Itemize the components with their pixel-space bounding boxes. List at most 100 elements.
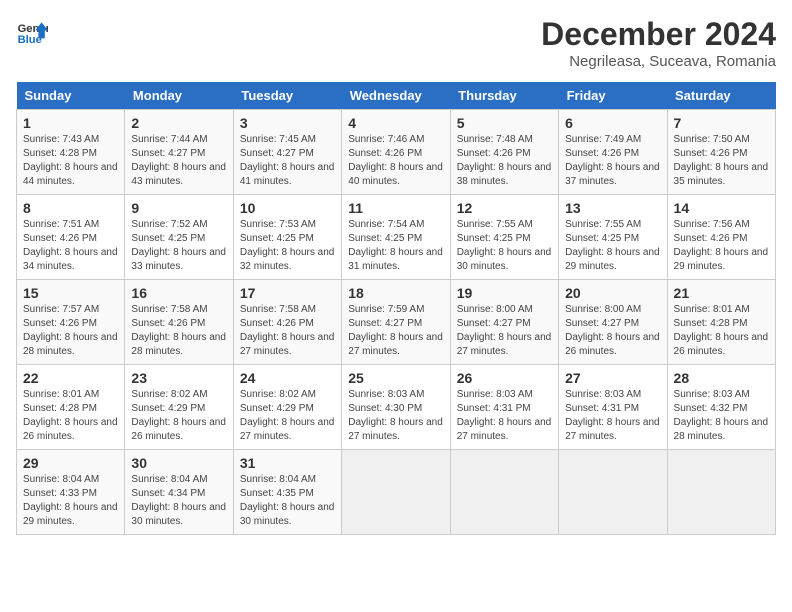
header-cell-monday: Monday: [125, 82, 233, 110]
day-cell: 10 Sunrise: 7:53 AMSunset: 4:25 PMDaylig…: [233, 195, 341, 280]
day-cell: [667, 450, 775, 535]
svg-text:Blue: Blue: [18, 34, 42, 46]
header-row: SundayMondayTuesdayWednesdayThursdayFrid…: [17, 82, 776, 110]
day-number: 8: [23, 200, 118, 216]
title-section: December 2024 Negrileasa, Suceava, Roman…: [541, 16, 776, 70]
day-cell: 3 Sunrise: 7:45 AMSunset: 4:27 PMDayligh…: [233, 110, 341, 195]
day-cell: 8 Sunrise: 7:51 AMSunset: 4:26 PMDayligh…: [17, 195, 125, 280]
day-number: 14: [674, 200, 769, 216]
day-number: 1: [23, 115, 118, 131]
day-cell: 2 Sunrise: 7:44 AMSunset: 4:27 PMDayligh…: [125, 110, 233, 195]
header-cell-tuesday: Tuesday: [233, 82, 341, 110]
day-cell: 12 Sunrise: 7:55 AMSunset: 4:25 PMDaylig…: [450, 195, 558, 280]
day-cell: [559, 450, 667, 535]
week-row-1: 1 Sunrise: 7:43 AMSunset: 4:28 PMDayligh…: [17, 110, 776, 195]
day-number: 19: [457, 285, 552, 301]
header-cell-friday: Friday: [559, 82, 667, 110]
day-cell: 5 Sunrise: 7:48 AMSunset: 4:26 PMDayligh…: [450, 110, 558, 195]
day-number: 17: [240, 285, 335, 301]
day-number: 15: [23, 285, 118, 301]
header: General Blue December 2024 Negrileasa, S…: [16, 16, 776, 70]
day-number: 21: [674, 285, 769, 301]
day-info: Sunrise: 7:55 AMSunset: 4:25 PMDaylight:…: [457, 218, 552, 274]
day-cell: 13 Sunrise: 7:55 AMSunset: 4:25 PMDaylig…: [559, 195, 667, 280]
day-number: 20: [565, 285, 660, 301]
day-info: Sunrise: 7:50 AMSunset: 4:26 PMDaylight:…: [674, 133, 769, 189]
day-number: 24: [240, 370, 335, 386]
calendar-title: December 2024: [541, 16, 776, 53]
calendar-table: SundayMondayTuesdayWednesdayThursdayFrid…: [16, 82, 776, 535]
day-cell: 24 Sunrise: 8:02 AMSunset: 4:29 PMDaylig…: [233, 365, 341, 450]
day-number: 3: [240, 115, 335, 131]
day-number: 9: [131, 200, 226, 216]
day-info: Sunrise: 7:53 AMSunset: 4:25 PMDaylight:…: [240, 218, 335, 274]
week-row-3: 15 Sunrise: 7:57 AMSunset: 4:26 PMDaylig…: [17, 280, 776, 365]
day-number: 10: [240, 200, 335, 216]
day-info: Sunrise: 8:04 AMSunset: 4:35 PMDaylight:…: [240, 473, 335, 529]
day-cell: 25 Sunrise: 8:03 AMSunset: 4:30 PMDaylig…: [342, 365, 450, 450]
day-cell: 15 Sunrise: 7:57 AMSunset: 4:26 PMDaylig…: [17, 280, 125, 365]
day-cell: [342, 450, 450, 535]
day-number: 12: [457, 200, 552, 216]
day-info: Sunrise: 8:04 AMSunset: 4:34 PMDaylight:…: [131, 473, 226, 529]
day-info: Sunrise: 8:02 AMSunset: 4:29 PMDaylight:…: [131, 388, 226, 444]
day-info: Sunrise: 7:58 AMSunset: 4:26 PMDaylight:…: [131, 303, 226, 359]
logo-icon: General Blue: [16, 16, 48, 48]
day-number: 4: [348, 115, 443, 131]
day-number: 27: [565, 370, 660, 386]
day-cell: 4 Sunrise: 7:46 AMSunset: 4:26 PMDayligh…: [342, 110, 450, 195]
day-info: Sunrise: 7:45 AMSunset: 4:27 PMDaylight:…: [240, 133, 335, 189]
day-number: 26: [457, 370, 552, 386]
day-number: 29: [23, 455, 118, 471]
day-info: Sunrise: 7:44 AMSunset: 4:27 PMDaylight:…: [131, 133, 226, 189]
day-number: 28: [674, 370, 769, 386]
header-cell-saturday: Saturday: [667, 82, 775, 110]
day-number: 6: [565, 115, 660, 131]
day-cell: 11 Sunrise: 7:54 AMSunset: 4:25 PMDaylig…: [342, 195, 450, 280]
day-number: 23: [131, 370, 226, 386]
day-info: Sunrise: 7:55 AMSunset: 4:25 PMDaylight:…: [565, 218, 660, 274]
day-cell: 19 Sunrise: 8:00 AMSunset: 4:27 PMDaylig…: [450, 280, 558, 365]
day-cell: 1 Sunrise: 7:43 AMSunset: 4:28 PMDayligh…: [17, 110, 125, 195]
day-info: Sunrise: 7:43 AMSunset: 4:28 PMDaylight:…: [23, 133, 118, 189]
day-number: 31: [240, 455, 335, 471]
day-cell: 28 Sunrise: 8:03 AMSunset: 4:32 PMDaylig…: [667, 365, 775, 450]
day-number: 22: [23, 370, 118, 386]
day-number: 5: [457, 115, 552, 131]
header-cell-thursday: Thursday: [450, 82, 558, 110]
logo: General Blue: [16, 16, 48, 48]
day-number: 18: [348, 285, 443, 301]
day-info: Sunrise: 8:00 AMSunset: 4:27 PMDaylight:…: [565, 303, 660, 359]
day-cell: 17 Sunrise: 7:58 AMSunset: 4:26 PMDaylig…: [233, 280, 341, 365]
day-cell: 31 Sunrise: 8:04 AMSunset: 4:35 PMDaylig…: [233, 450, 341, 535]
day-info: Sunrise: 8:03 AMSunset: 4:31 PMDaylight:…: [457, 388, 552, 444]
day-cell: 16 Sunrise: 7:58 AMSunset: 4:26 PMDaylig…: [125, 280, 233, 365]
day-cell: 6 Sunrise: 7:49 AMSunset: 4:26 PMDayligh…: [559, 110, 667, 195]
calendar-subtitle: Negrileasa, Suceava, Romania: [541, 53, 776, 70]
week-row-2: 8 Sunrise: 7:51 AMSunset: 4:26 PMDayligh…: [17, 195, 776, 280]
day-cell: [450, 450, 558, 535]
day-info: Sunrise: 7:46 AMSunset: 4:26 PMDaylight:…: [348, 133, 443, 189]
day-cell: 21 Sunrise: 8:01 AMSunset: 4:28 PMDaylig…: [667, 280, 775, 365]
day-info: Sunrise: 8:04 AMSunset: 4:33 PMDaylight:…: [23, 473, 118, 529]
week-row-4: 22 Sunrise: 8:01 AMSunset: 4:28 PMDaylig…: [17, 365, 776, 450]
day-info: Sunrise: 7:52 AMSunset: 4:25 PMDaylight:…: [131, 218, 226, 274]
day-cell: 7 Sunrise: 7:50 AMSunset: 4:26 PMDayligh…: [667, 110, 775, 195]
header-cell-wednesday: Wednesday: [342, 82, 450, 110]
day-number: 16: [131, 285, 226, 301]
day-number: 30: [131, 455, 226, 471]
day-info: Sunrise: 8:01 AMSunset: 4:28 PMDaylight:…: [23, 388, 118, 444]
day-cell: 23 Sunrise: 8:02 AMSunset: 4:29 PMDaylig…: [125, 365, 233, 450]
day-info: Sunrise: 8:00 AMSunset: 4:27 PMDaylight:…: [457, 303, 552, 359]
day-info: Sunrise: 7:56 AMSunset: 4:26 PMDaylight:…: [674, 218, 769, 274]
day-number: 2: [131, 115, 226, 131]
day-info: Sunrise: 8:03 AMSunset: 4:32 PMDaylight:…: [674, 388, 769, 444]
day-info: Sunrise: 8:03 AMSunset: 4:30 PMDaylight:…: [348, 388, 443, 444]
day-cell: 20 Sunrise: 8:00 AMSunset: 4:27 PMDaylig…: [559, 280, 667, 365]
day-number: 7: [674, 115, 769, 131]
day-info: Sunrise: 7:57 AMSunset: 4:26 PMDaylight:…: [23, 303, 118, 359]
day-info: Sunrise: 7:54 AMSunset: 4:25 PMDaylight:…: [348, 218, 443, 274]
day-cell: 30 Sunrise: 8:04 AMSunset: 4:34 PMDaylig…: [125, 450, 233, 535]
day-info: Sunrise: 7:58 AMSunset: 4:26 PMDaylight:…: [240, 303, 335, 359]
day-cell: 27 Sunrise: 8:03 AMSunset: 4:31 PMDaylig…: [559, 365, 667, 450]
